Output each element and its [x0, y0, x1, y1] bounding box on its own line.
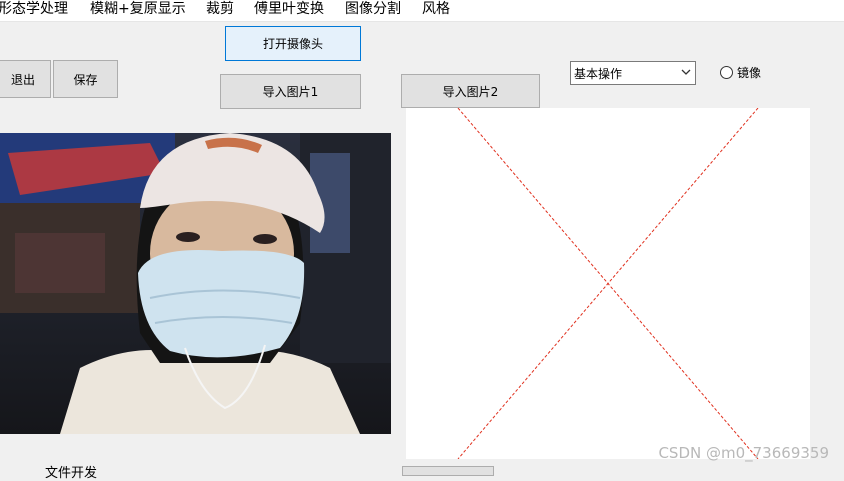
placeholder-cross-icon: [457, 107, 759, 460]
menu-segmentation[interactable]: 图像分割: [343, 0, 403, 21]
mirror-radio-label: 镜像: [737, 66, 762, 80]
radio-circle-icon[interactable]: [720, 66, 733, 79]
menu-morphology[interactable]: 形态学处理: [0, 0, 70, 21]
menu-blur-restore[interactable]: 模糊+复原显示: [88, 0, 188, 21]
import-image1-button[interactable]: 导入图片1: [220, 74, 361, 109]
save-button[interactable]: 保存: [53, 60, 118, 98]
operation-select[interactable]: 基本操作: [570, 61, 696, 85]
watermark: CSDN @m0_73669359: [658, 444, 829, 462]
camera-photo: [0, 133, 391, 434]
bottom-button[interactable]: [402, 466, 494, 476]
operation-select-value: 基本操作: [574, 67, 623, 81]
menu-style[interactable]: 风格: [420, 0, 452, 21]
open-camera-button[interactable]: 打开摄像头: [225, 26, 361, 61]
chevron-down-icon: [681, 69, 691, 75]
menu-crop[interactable]: 裁剪: [204, 0, 236, 21]
mirror-radio[interactable]: 镜像: [720, 64, 761, 81]
import-image2-button[interactable]: 导入图片2: [401, 74, 540, 108]
menu-bar: 形态学处理 模糊+复原显示 裁剪 傅里叶变换 图像分割 风格: [0, 0, 844, 22]
camera-preview-image: [0, 133, 391, 434]
image2-display-area: [406, 107, 810, 460]
menu-fourier[interactable]: 傅里叶变换: [252, 0, 326, 21]
exit-button[interactable]: 退出: [0, 60, 51, 98]
